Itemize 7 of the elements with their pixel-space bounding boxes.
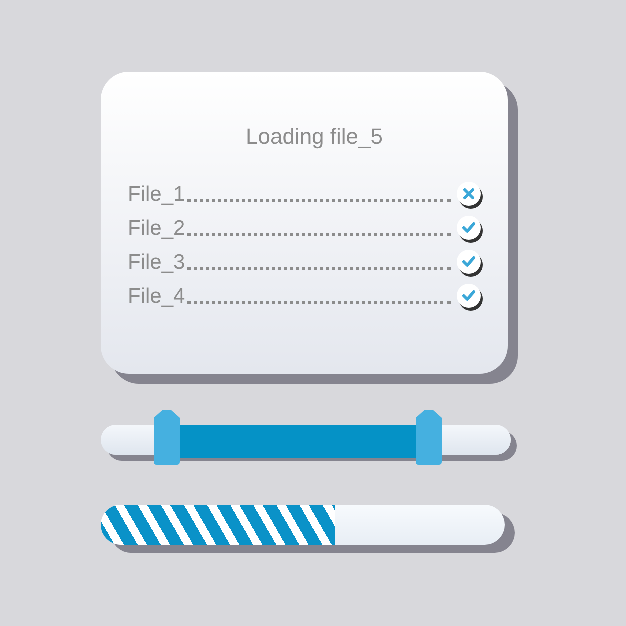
file-name: File_4	[128, 285, 186, 309]
slider-handle[interactable]	[416, 410, 442, 465]
file-name: File_3	[128, 251, 186, 275]
file-name: File_1	[128, 183, 186, 207]
dialog-title: Loading file_5	[244, 123, 384, 151]
file-name: File_2	[128, 217, 186, 241]
slider-handle[interactable]	[154, 410, 180, 465]
